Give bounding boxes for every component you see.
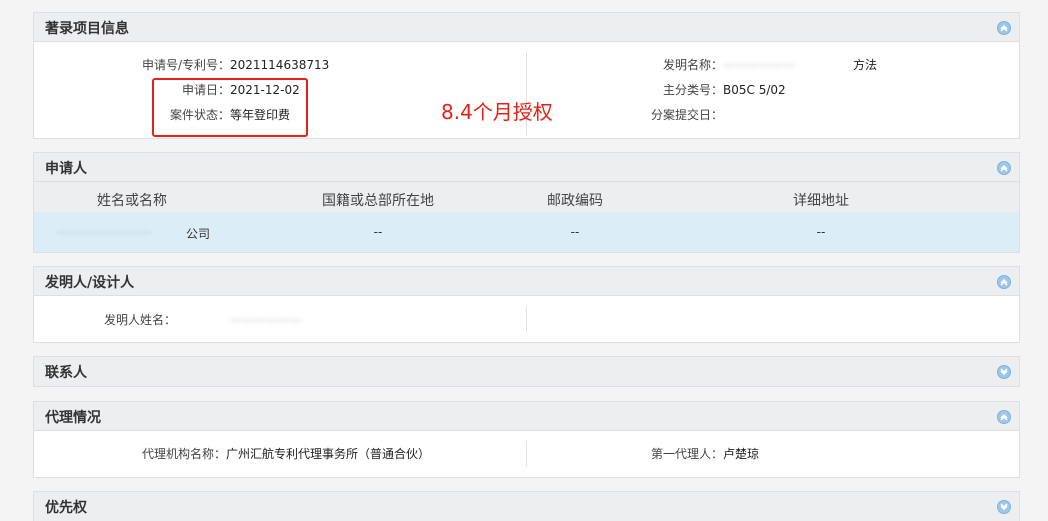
collapse-up-icon[interactable]: [997, 275, 1011, 289]
inventor-name-label: 发明人姓名：: [103, 313, 176, 327]
agency-name-row: 代理机构名称：广州汇航专利代理事务所（普通合伙）: [40, 444, 430, 464]
priority-header: 优先权: [34, 492, 1019, 521]
biblio-title: 著录项目信息: [45, 21, 129, 37]
invention-name-row: 发明名称：—————— 方法: [540, 55, 877, 75]
col-postcode: 邮政编码: [547, 193, 603, 209]
applicant-address: --: [816, 225, 826, 239]
division-date-label: 分案提交日：: [650, 108, 723, 122]
collapse-up-icon[interactable]: [997, 21, 1011, 35]
applicant-title: 申请人: [45, 161, 87, 177]
contact-title: 联系人: [45, 365, 87, 381]
invention-name-label: 发明名称：: [662, 58, 723, 72]
col-address: 详细地址: [793, 193, 849, 209]
inventor-header: 发明人/设计人: [34, 267, 1019, 296]
collapse-up-icon[interactable]: [997, 161, 1011, 175]
invention-name-redacted: ——————: [723, 58, 795, 72]
contact-header: 联系人: [34, 357, 1019, 386]
app-no-value: 2021114638713: [230, 58, 330, 72]
biblio-header: 著录项目信息: [34, 13, 1019, 42]
applicant-table-header: [34, 182, 1019, 212]
contact-panel: 联系人: [33, 356, 1020, 387]
applicant-postcode: --: [570, 225, 580, 239]
main-class-row: 主分类号：B05C 5/02: [540, 80, 786, 100]
main-class-value: B05C 5/02: [723, 83, 786, 97]
first-agent-value: 卢楚琼: [723, 447, 760, 461]
inventor-divider: [526, 306, 527, 332]
applicant-header: 申请人: [34, 153, 1019, 182]
first-agent-label: 第一代理人：: [650, 447, 723, 461]
inventor-name-row: 发明人姓名： ——————: [40, 310, 302, 330]
expand-down-icon[interactable]: [997, 500, 1011, 514]
highlight-box: [152, 78, 308, 137]
expand-down-icon[interactable]: [997, 365, 1011, 379]
agency-header: 代理情况: [34, 402, 1019, 431]
app-no-row: 申请号/专利号：2021114638713: [40, 55, 329, 75]
agency-name-value: 广州汇航专利代理事务所（普通合伙）: [226, 447, 431, 461]
col-nationality: 国籍或总部所在地: [322, 193, 434, 209]
main-class-label: 主分类号：: [662, 83, 723, 97]
priority-title: 优先权: [45, 500, 87, 516]
agency-divider: [526, 441, 527, 467]
inventor-title: 发明人/设计人: [45, 275, 135, 291]
col-name: 姓名或名称: [97, 193, 167, 209]
applicant-nationality: --: [373, 225, 383, 239]
applicant-name: 公司: [185, 227, 211, 241]
applicant-panel: 申请人: [33, 152, 1020, 253]
agency-name-label: 代理机构名称：: [141, 447, 226, 461]
invention-name-value: 方法: [853, 58, 878, 72]
agency-title: 代理情况: [45, 410, 101, 426]
collapse-up-icon[interactable]: [997, 410, 1011, 424]
app-no-label: 申请号/专利号：: [141, 58, 230, 72]
grant-annotation: 8.4个月授权: [441, 100, 553, 124]
applicant-name-redacted: ————————: [56, 225, 152, 239]
priority-panel: 优先权: [33, 491, 1020, 521]
division-date-row: 分案提交日：: [540, 105, 723, 125]
inventor-name-redacted: ——————: [229, 313, 302, 327]
applicant-row-highlight[interactable]: [34, 212, 1019, 252]
first-agent-row: 第一代理人：卢楚琼: [540, 444, 759, 464]
